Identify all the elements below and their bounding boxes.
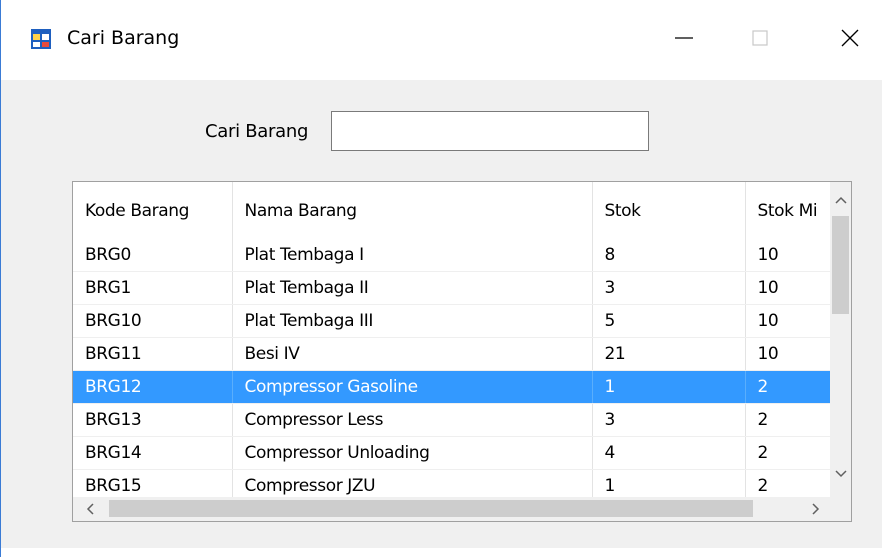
cell-kode-barang[interactable]: BRG15 [73,469,233,497]
cell-stok-minimum[interactable]: 10 [745,271,830,305]
cell-kode-barang[interactable]: BRG0 [73,239,233,272]
chevron-left-icon [86,503,94,515]
table-row[interactable]: BRG11 Besi IV 21 10 [73,337,830,371]
search-input[interactable] [331,111,649,151]
table-row[interactable]: BRG14 Compressor Unloading 4 2 [73,436,830,470]
maximize-icon [752,30,768,46]
table-row[interactable]: BRG0 Plat Tembaga I 8 10 [73,239,830,272]
chevron-up-icon [834,196,847,204]
table-row[interactable]: BRG13 Compressor Less 3 2 [73,403,830,437]
cell-stok[interactable]: 5 [592,304,746,338]
chevron-right-icon [812,503,820,515]
column-header-stok[interactable]: Stok [592,182,746,239]
table-row[interactable]: BRG1 Plat Tembaga II 3 10 [73,271,830,305]
cell-kode-barang[interactable]: BRG10 [73,304,233,338]
search-label: Cari Barang [205,121,309,142]
barang-data-grid[interactable]: Kode Barang Nama Barang Stok Stok Mi BRG… [72,181,852,522]
grid-viewport: Kode Barang Nama Barang Stok Stok Mi BRG… [73,182,830,497]
cell-kode-barang[interactable]: BRG11 [73,337,233,371]
cell-nama-barang[interactable]: Compressor JZU [232,469,593,497]
cell-nama-barang[interactable]: Besi IV [232,337,593,371]
cell-stok-minimum[interactable]: 2 [745,436,830,470]
cell-stok-minimum[interactable]: 10 [745,304,830,338]
window-bottom-edge [1,548,882,557]
cell-kode-barang[interactable]: BRG12 [73,370,233,404]
scroll-left-button[interactable] [81,499,99,519]
scroll-up-button[interactable] [830,190,851,210]
cell-stok[interactable]: 4 [592,436,746,470]
cell-stok[interactable]: 1 [592,469,746,497]
vertical-scrollbar[interactable] [830,182,851,497]
column-header-stok-minimum[interactable]: Stok Mi [745,182,830,239]
cell-nama-barang[interactable]: Compressor Unloading [232,436,593,470]
cell-stok[interactable]: 1 [592,370,746,404]
scrollbar-corner [830,497,851,521]
horizontal-scrollbar[interactable] [73,497,830,521]
window-title: Cari Barang [67,27,180,49]
scroll-down-button[interactable] [830,464,851,484]
vertical-scroll-thumb[interactable] [832,216,849,314]
table-row[interactable]: BRG10 Plat Tembaga III 5 10 [73,304,830,338]
cell-stok[interactable]: 3 [592,403,746,437]
barang-table: Kode Barang Nama Barang Stok Stok Mi BRG… [73,182,830,497]
cell-stok-minimum[interactable]: 2 [745,469,830,497]
cell-nama-barang[interactable]: Compressor Less [232,403,593,437]
cell-kode-barang[interactable]: BRG1 [73,271,233,305]
close-button[interactable] [827,18,873,58]
column-header-nama-barang[interactable]: Nama Barang [232,182,593,239]
title-bar[interactable]: Cari Barang [1,0,882,80]
cell-stok[interactable]: 21 [592,337,746,371]
minimize-icon [675,37,693,39]
cell-stok-minimum[interactable]: 2 [745,403,830,437]
cell-nama-barang[interactable]: Plat Tembaga I [232,239,593,272]
column-header-kode-barang[interactable]: Kode Barang [73,182,233,239]
cari-barang-window: Cari Barang Cari Barang Kode Barang Nama… [0,0,882,557]
cell-stok-minimum[interactable]: 2 [745,370,830,404]
header-row: Kode Barang Nama Barang Stok Stok Mi [73,182,830,239]
cell-nama-barang[interactable]: Plat Tembaga III [232,304,593,338]
cell-kode-barang[interactable]: BRG14 [73,436,233,470]
table-row-selected[interactable]: BRG12 Compressor Gasoline 1 2 [73,370,830,404]
minimize-button[interactable] [661,18,707,58]
cell-nama-barang[interactable]: Compressor Gasoline [232,370,593,404]
cell-stok-minimum[interactable]: 10 [745,239,830,272]
app-window-icon [31,29,51,49]
horizontal-scroll-thumb[interactable] [109,500,753,517]
cell-stok[interactable]: 8 [592,239,746,272]
table-row[interactable]: BRG15 Compressor JZU 1 2 [73,469,830,497]
cell-nama-barang[interactable]: Plat Tembaga II [232,271,593,305]
chevron-down-icon [834,470,847,478]
scroll-right-button[interactable] [807,499,825,519]
cell-kode-barang[interactable]: BRG13 [73,403,233,437]
close-icon [841,29,859,47]
cell-stok-minimum[interactable]: 10 [745,337,830,371]
maximize-button[interactable] [737,18,783,58]
cell-stok[interactable]: 3 [592,271,746,305]
